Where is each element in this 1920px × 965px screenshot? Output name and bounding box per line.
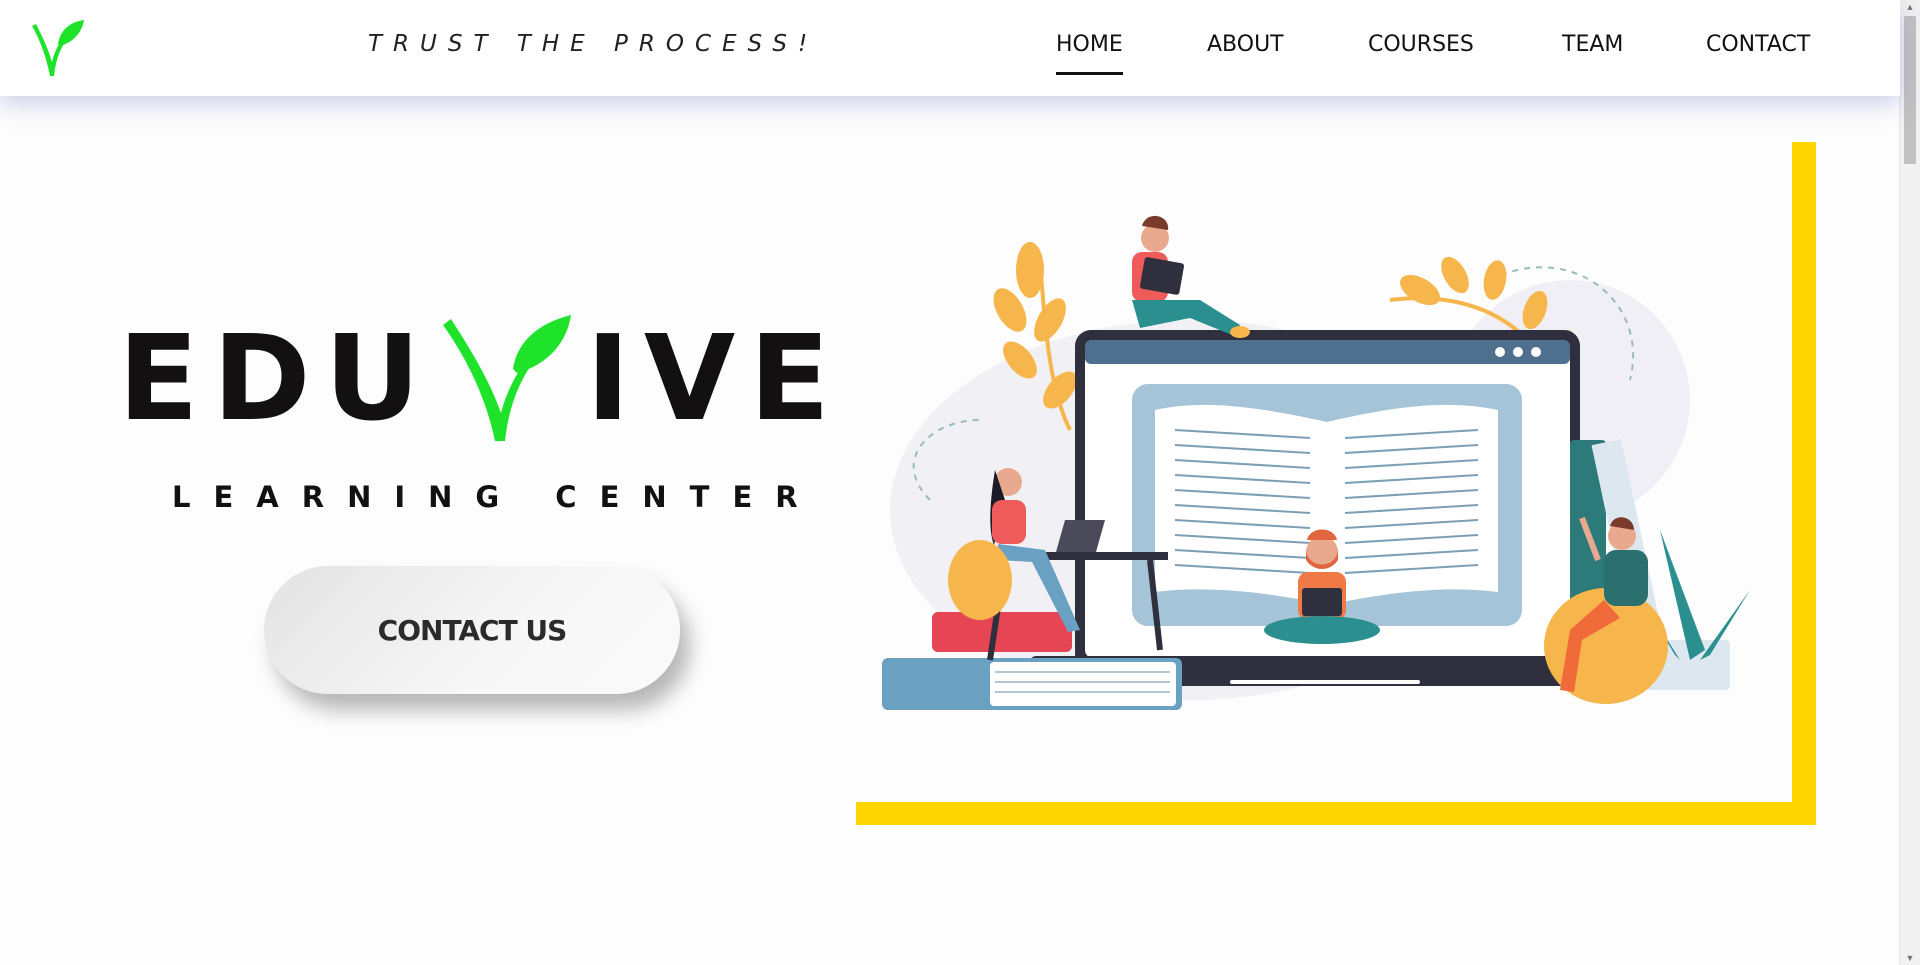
brand-text-right: IVE — [586, 309, 844, 447]
contact-us-button[interactable]: CONTACT US — [264, 566, 680, 694]
site-header: TRUST THE PROCESS! HOME ABOUT COURSES TE… — [0, 0, 1900, 96]
brand-text-left: EDU — [118, 309, 435, 447]
leaf-v-icon — [443, 315, 571, 441]
nav-team[interactable]: TEAM — [1562, 32, 1623, 57]
frame-bottom-bar — [856, 802, 1816, 825]
frame-right-bar — [1792, 142, 1816, 825]
tagline: TRUST THE PROCESS! — [368, 31, 819, 57]
online-learning-illustration — [882, 215, 1750, 710]
brand-logo: EDU IVE — [118, 308, 830, 448]
nav-contact[interactable]: CONTACT — [1706, 32, 1810, 57]
leaf-v-logo-icon[interactable] — [30, 18, 86, 80]
scroll-up-arrow-icon[interactable]: ▲ — [1900, 0, 1920, 14]
nav-home[interactable]: HOME — [1056, 32, 1123, 75]
vertical-scrollbar[interactable]: ▲ ▼ — [1899, 0, 1920, 965]
page: TRUST THE PROCESS! HOME ABOUT COURSES TE… — [0, 0, 1920, 965]
subtitle: LEARNING CENTER — [172, 480, 821, 514]
nav-about[interactable]: ABOUT — [1207, 32, 1284, 57]
nav-courses[interactable]: COURSES — [1368, 32, 1474, 57]
scroll-thumb[interactable] — [1904, 16, 1916, 164]
scroll-down-arrow-icon[interactable]: ▼ — [1900, 951, 1920, 965]
